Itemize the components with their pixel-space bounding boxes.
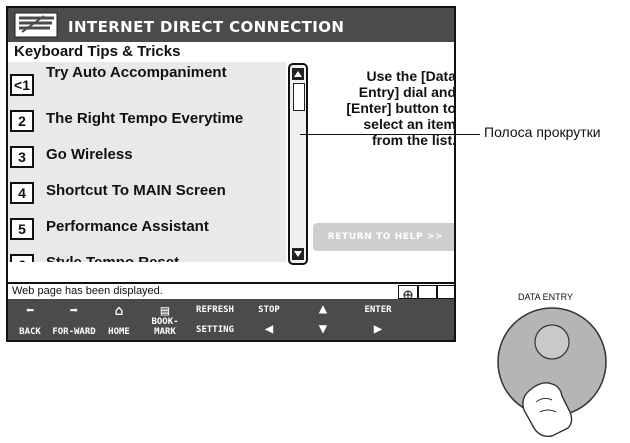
item-label: Go Wireless xyxy=(46,146,133,163)
status-box xyxy=(418,285,438,299)
back-button[interactable]: ⬅ BACK xyxy=(10,301,50,338)
item-label: The Right Tempo Everytime xyxy=(46,110,244,127)
up-down-group: ▲ ▼ xyxy=(298,301,348,338)
setting-button[interactable]: SETTING xyxy=(190,325,240,335)
bookmark-button[interactable]: ▤ BOOK-MARK xyxy=(142,301,188,338)
window-title: INTERNET DIRECT CONNECTION xyxy=(68,18,345,36)
help-line: Entry] dial and xyxy=(358,84,456,100)
item-number: 5 xyxy=(10,218,34,240)
forward-button[interactable]: ➡ FOR-WARD xyxy=(52,301,96,338)
home-icon: ⌂ xyxy=(114,303,124,319)
title-bar: INTERNET DIRECT CONNECTION xyxy=(8,8,454,42)
internet-icon xyxy=(14,12,58,38)
down-button[interactable]: ▼ xyxy=(298,321,348,337)
scrollbar-callout: Полоса прокрутки xyxy=(484,124,601,140)
page-title: Keyboard Tips & Tricks xyxy=(14,43,181,60)
list-scrollbar[interactable] xyxy=(288,63,308,265)
connection-indicator-icon xyxy=(398,285,418,300)
back-arrow-icon: ⬅ xyxy=(25,303,35,319)
item-label: Performance Assistant xyxy=(46,218,209,235)
item-number: <1 xyxy=(10,74,34,96)
item-label: Try Auto Accompaniment xyxy=(46,64,227,81)
up-button[interactable]: ▲ xyxy=(298,301,348,317)
status-bar: Web page has been displayed. xyxy=(8,282,454,300)
refresh-setting-group: REFRESH SETTING xyxy=(190,301,240,338)
list-item[interactable]: 2 The Right Tempo Everytime xyxy=(8,98,286,134)
forward-arrow-icon: ➡ xyxy=(69,303,79,319)
data-entry-dial-icon[interactable] xyxy=(490,300,630,443)
item-label: Style Tempo Reset xyxy=(46,254,179,262)
help-line: [Enter] button to xyxy=(346,100,456,116)
callout-line xyxy=(300,134,480,135)
status-message: Web page has been displayed. xyxy=(12,285,163,297)
left-button[interactable]: ◀ xyxy=(244,321,294,337)
scroll-down-icon[interactable] xyxy=(292,248,304,260)
list-item[interactable]: 3 Go Wireless xyxy=(8,134,286,170)
item-number: 4 xyxy=(10,182,34,204)
item-label: Shortcut To MAIN Screen xyxy=(46,182,226,199)
right-button[interactable]: ▶ xyxy=(352,321,404,337)
refresh-button[interactable]: REFRESH xyxy=(190,305,240,315)
list-item[interactable]: <1 Try Auto Accompaniment xyxy=(8,62,286,98)
scroll-up-icon[interactable] xyxy=(292,68,304,80)
help-line: select an item xyxy=(363,116,456,132)
list-item[interactable]: 4 Shortcut To MAIN Screen xyxy=(8,170,286,206)
item-number: 6 xyxy=(10,254,34,262)
item-number: 2 xyxy=(10,110,34,132)
help-line: Use the [Data xyxy=(366,68,456,84)
home-button[interactable]: ⌂ HOME xyxy=(98,301,140,338)
tips-list: <1 Try Auto Accompaniment 2 The Right Te… xyxy=(8,62,286,262)
browser-toolbar: ⬅ BACK ➡ FOR-WARD ⌂ HOME ▤ BOOK-MARK REF… xyxy=(8,299,454,340)
stop-left-group: STOP ◀ xyxy=(244,301,294,338)
help-text: Use the [Data Entry] dial and [Enter] bu… xyxy=(314,68,456,148)
list-item[interactable]: 6 Style Tempo Reset xyxy=(8,242,286,262)
return-to-help-button[interactable]: RETURN TO HELP >> xyxy=(313,223,454,251)
enter-button[interactable]: ENTER xyxy=(352,305,404,315)
screen: INTERNET DIRECT CONNECTION Keyboard Tips… xyxy=(6,6,456,342)
item-number: 3 xyxy=(10,146,34,168)
enter-right-group: ENTER ▶ xyxy=(352,301,404,338)
stop-button[interactable]: STOP xyxy=(244,305,294,315)
scroll-thumb[interactable] xyxy=(293,83,305,111)
list-item[interactable]: 5 Performance Assistant xyxy=(8,206,286,242)
status-box xyxy=(436,285,454,299)
